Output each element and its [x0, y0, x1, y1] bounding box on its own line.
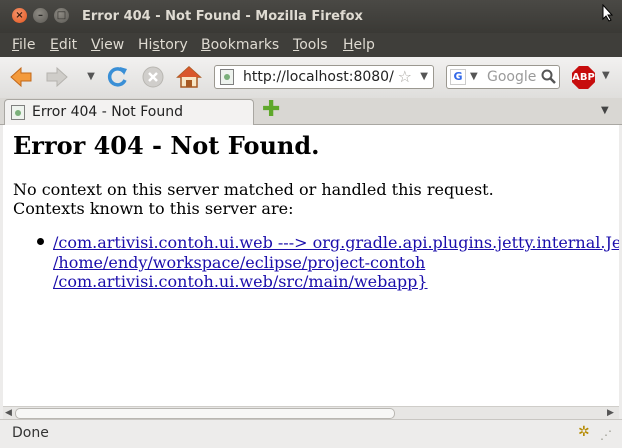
menu-file[interactable]: File — [12, 37, 35, 53]
menu-bar: File Edit View History Bookmarks Tools H… — [0, 33, 622, 57]
title-bar: × – □ Error 404 - Not Found - Mozilla Fi… — [0, 0, 622, 33]
close-window-button[interactable]: × — [12, 8, 27, 23]
tab-favicon-icon — [11, 105, 25, 120]
search-bar[interactable]: G ▼ Google — [446, 65, 560, 89]
status-text: Done — [12, 425, 49, 441]
search-icon[interactable] — [541, 69, 557, 85]
error-message-line1: No context on this server matched or han… — [13, 180, 494, 199]
menu-bookmarks[interactable]: Bookmarks — [201, 37, 279, 53]
page-content: Error 404 - Not Found. No context on thi… — [3, 125, 619, 406]
reload-icon[interactable] — [104, 64, 130, 90]
search-input[interactable]: Google — [487, 69, 536, 85]
menu-tools[interactable]: Tools — [293, 37, 328, 53]
firefox-window: × – □ Error 404 - Not Found - Mozilla Fi… — [0, 0, 622, 448]
scrollbar-thumb[interactable] — [15, 408, 395, 419]
menu-edit[interactable]: Edit — [50, 37, 77, 53]
scroll-left-icon[interactable]: ◀ — [5, 407, 12, 419]
resize-grip-icon[interactable]: ⋰ — [600, 428, 612, 442]
list-bullet — [37, 238, 44, 245]
scroll-right-icon[interactable]: ▶ — [607, 407, 614, 419]
tab-strip: Error 404 - Not Found ✚ ▼ — [0, 98, 622, 125]
maximize-window-button[interactable]: □ — [54, 8, 69, 23]
tab-error-404[interactable]: Error 404 - Not Found — [4, 99, 254, 125]
history-dropdown-icon[interactable]: ▼ — [78, 64, 104, 90]
forward-arrow-icon[interactable] — [44, 64, 70, 90]
stop-icon[interactable] — [140, 64, 166, 90]
context-link-line3[interactable]: /com.artivisi.contoh.ui.web/src/main/web… — [53, 272, 428, 291]
context-link-line2[interactable]: /home/endy/workspace/eclipse/project-con… — [53, 253, 425, 272]
menu-view[interactable]: View — [91, 37, 124, 53]
url-dropdown-icon[interactable]: ▼ — [420, 71, 428, 82]
tab-list-dropdown-icon[interactable]: ▼ — [601, 105, 609, 116]
url-text[interactable]: http://localhost:8080/ — [243, 69, 394, 85]
url-bar[interactable]: http://localhost:8080/ ☆ ▼ — [214, 65, 434, 89]
adblock-dropdown-icon[interactable]: ▼ — [602, 70, 610, 81]
home-icon[interactable] — [176, 64, 202, 90]
status-bar: Done ✲ ⋰ — [0, 419, 622, 448]
error-heading: Error 404 - Not Found. — [13, 131, 320, 160]
new-tab-plus-icon[interactable]: ✚ — [262, 99, 280, 121]
error-message-line2: Contexts known to this server are: — [13, 199, 294, 218]
back-arrow-icon[interactable] — [8, 64, 34, 90]
bookmark-star-icon[interactable]: ☆ — [398, 67, 412, 86]
google-engine-icon[interactable]: G — [450, 69, 466, 85]
menu-help[interactable]: Help — [343, 37, 375, 53]
window-title: Error 404 - Not Found - Mozilla Firefox — [82, 9, 363, 24]
navigation-toolbar: ▼ http://localhost:8080/ ☆ ▼ G ▼ Google — [0, 57, 622, 99]
search-engine-dropdown-icon[interactable]: ▼ — [470, 71, 478, 82]
firebug-icon[interactable]: ✲ — [578, 424, 590, 440]
menu-history[interactable]: History — [138, 37, 188, 53]
site-identity-icon[interactable] — [220, 69, 234, 85]
mouse-cursor-icon — [602, 4, 614, 22]
adblock-plus-icon[interactable]: ABP — [572, 66, 595, 89]
tab-label: Error 404 - Not Found — [32, 104, 183, 120]
minimize-window-button[interactable]: – — [33, 8, 48, 23]
horizontal-scrollbar[interactable]: ◀ ▶ — [3, 406, 619, 419]
context-link-line1[interactable]: /com.artivisi.contoh.ui.web ---> org.gra… — [53, 233, 619, 252]
